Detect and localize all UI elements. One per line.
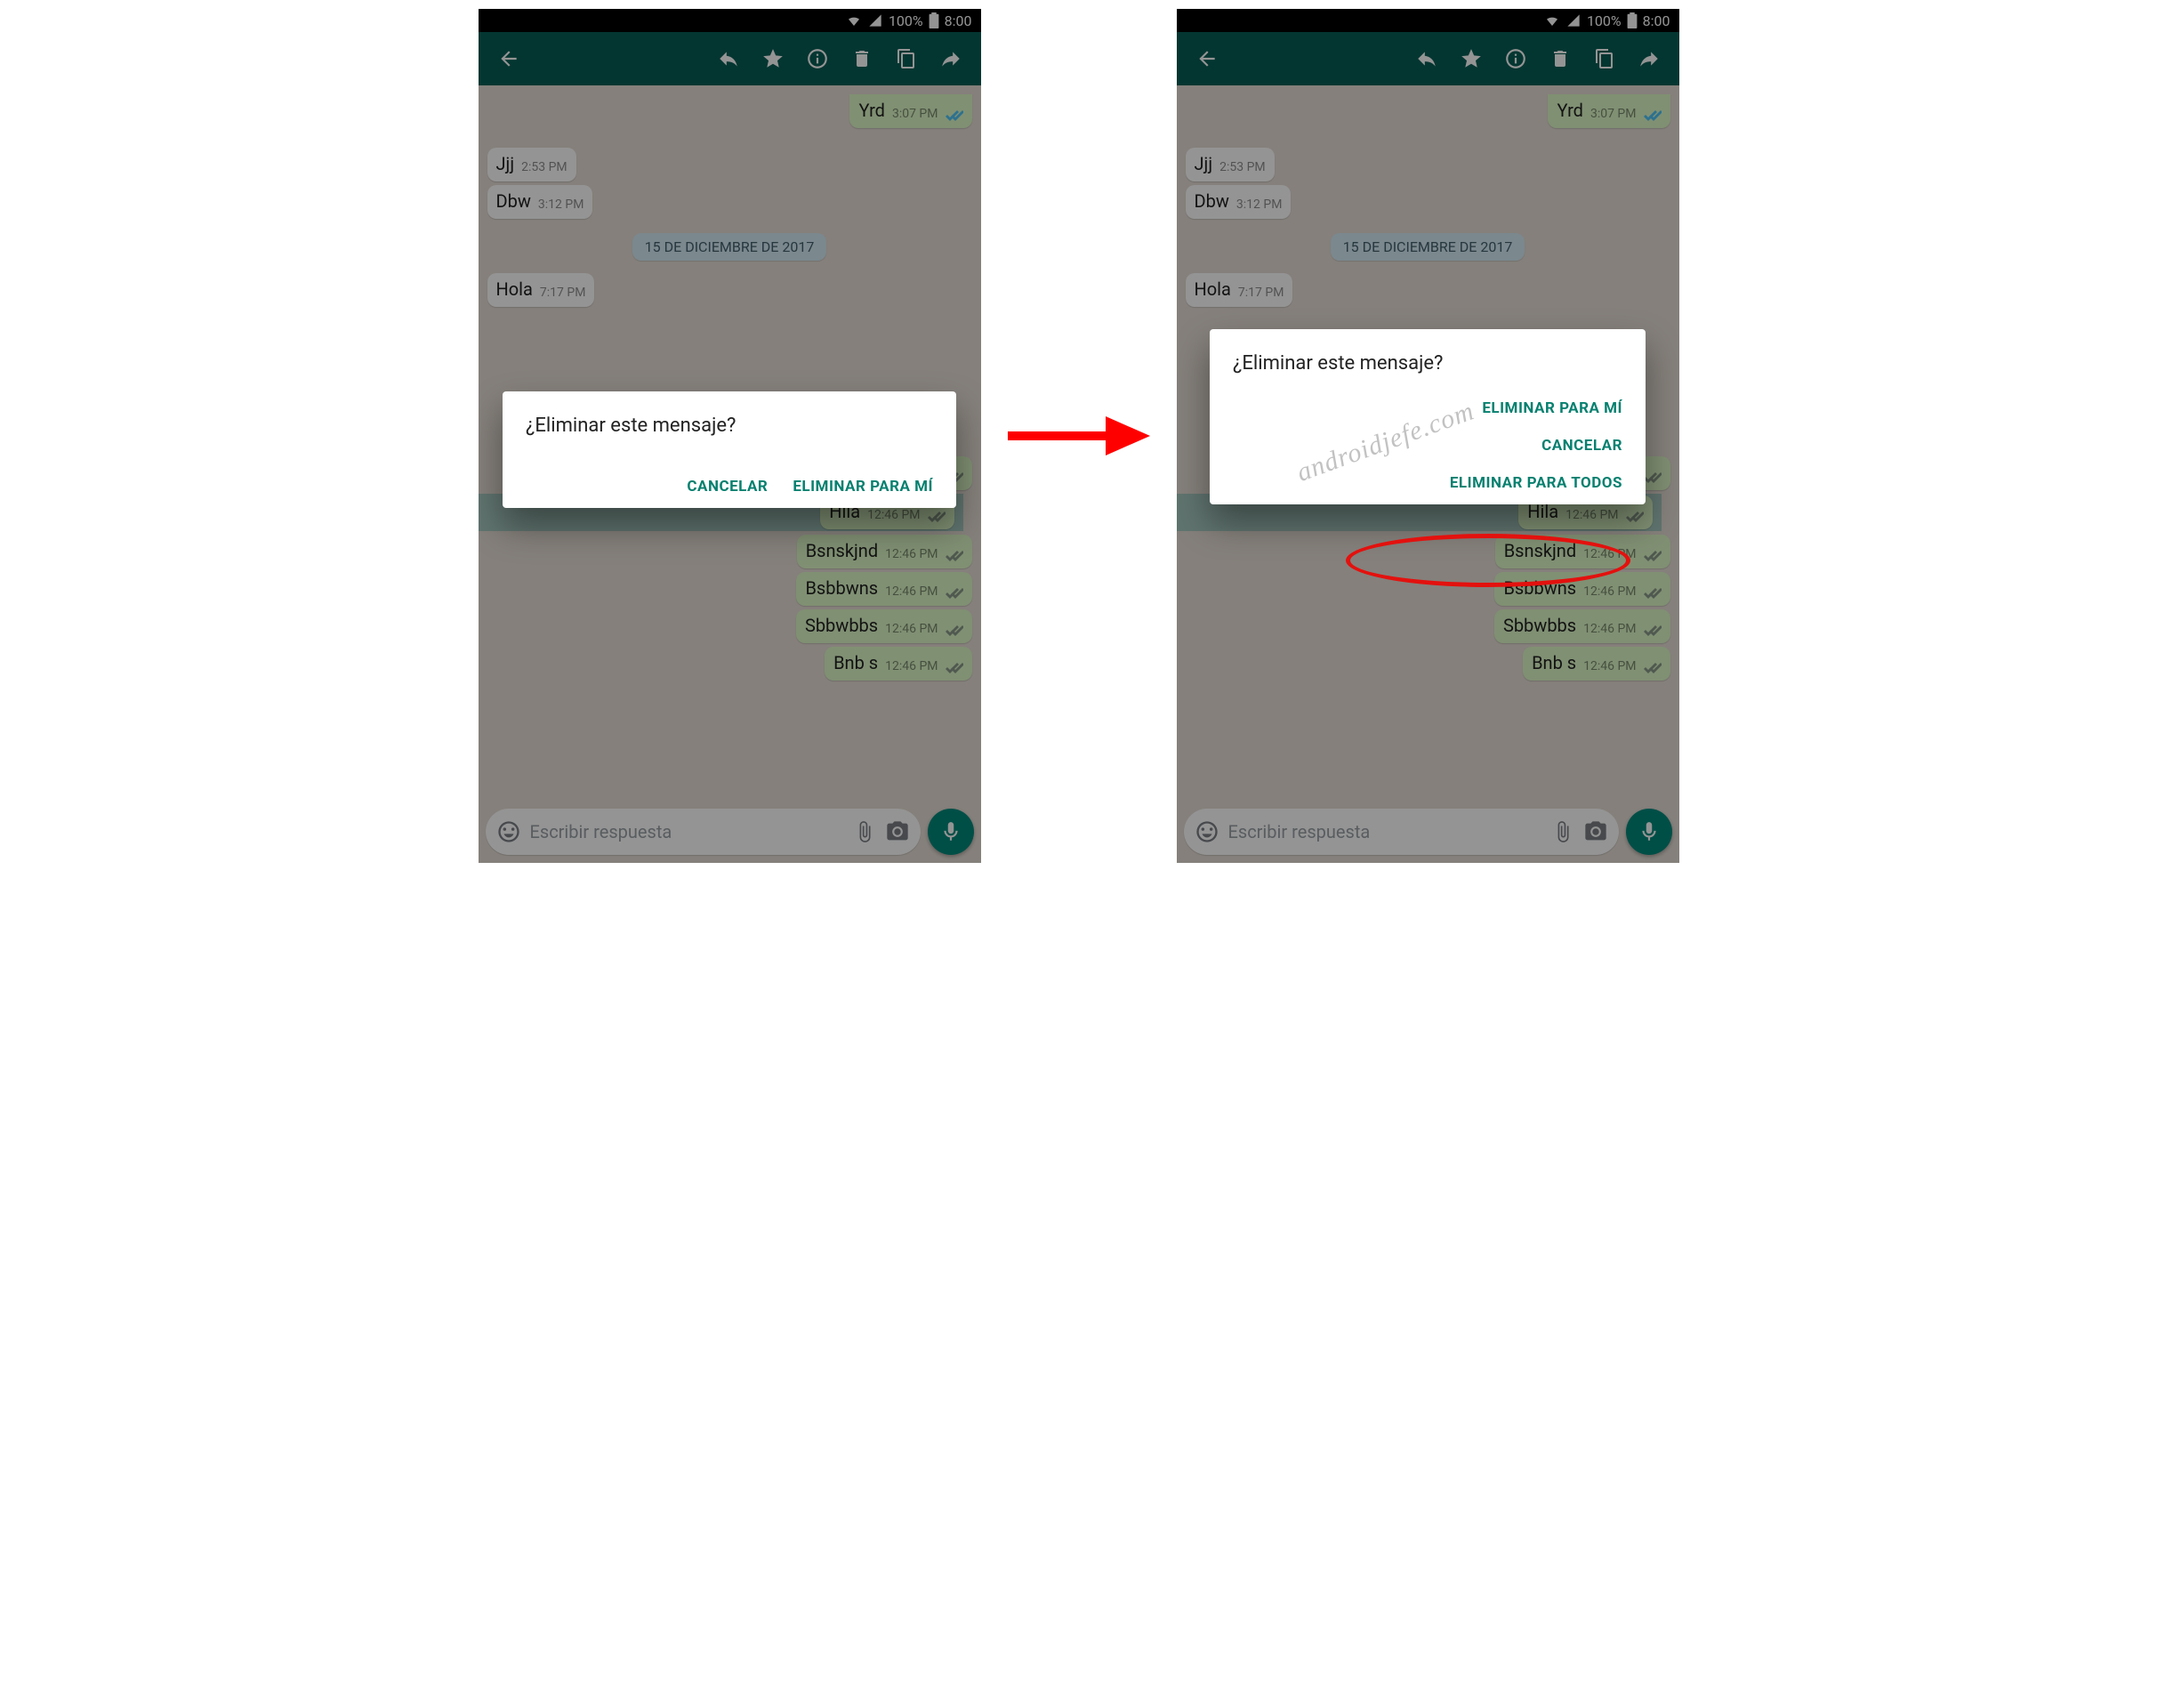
phone-screenshot-right: 100% 8:00 Yrd 3:07 PM Jjj 2:53 PM Dbw 3:…	[1177, 9, 1679, 863]
dialog-title: ¿Eliminar este mensaje?	[1233, 352, 1622, 375]
dialog-title: ¿Eliminar este mensaje?	[526, 415, 933, 437]
cancel-button[interactable]: CANCELAR	[1541, 437, 1622, 455]
phone-screenshot-left: 100% 8:00 Yrd 3:07 PM Jjj 2:53 PM Dbw 3:…	[479, 9, 981, 863]
transition-arrow	[1008, 409, 1150, 463]
cancel-button[interactable]: CANCELAR	[687, 478, 768, 495]
delete-dialog: ¿Eliminar este mensaje? ELIMINAR PARA MÍ…	[1210, 329, 1646, 504]
delete-dialog: ¿Eliminar este mensaje? CANCELAR ELIMINA…	[503, 391, 956, 508]
delete-for-me-button[interactable]: ELIMINAR PARA MÍ	[793, 478, 933, 495]
delete-for-me-button[interactable]: ELIMINAR PARA MÍ	[1482, 399, 1622, 417]
delete-for-everyone-button[interactable]: ELIMINAR PARA TODOS	[1450, 474, 1622, 492]
